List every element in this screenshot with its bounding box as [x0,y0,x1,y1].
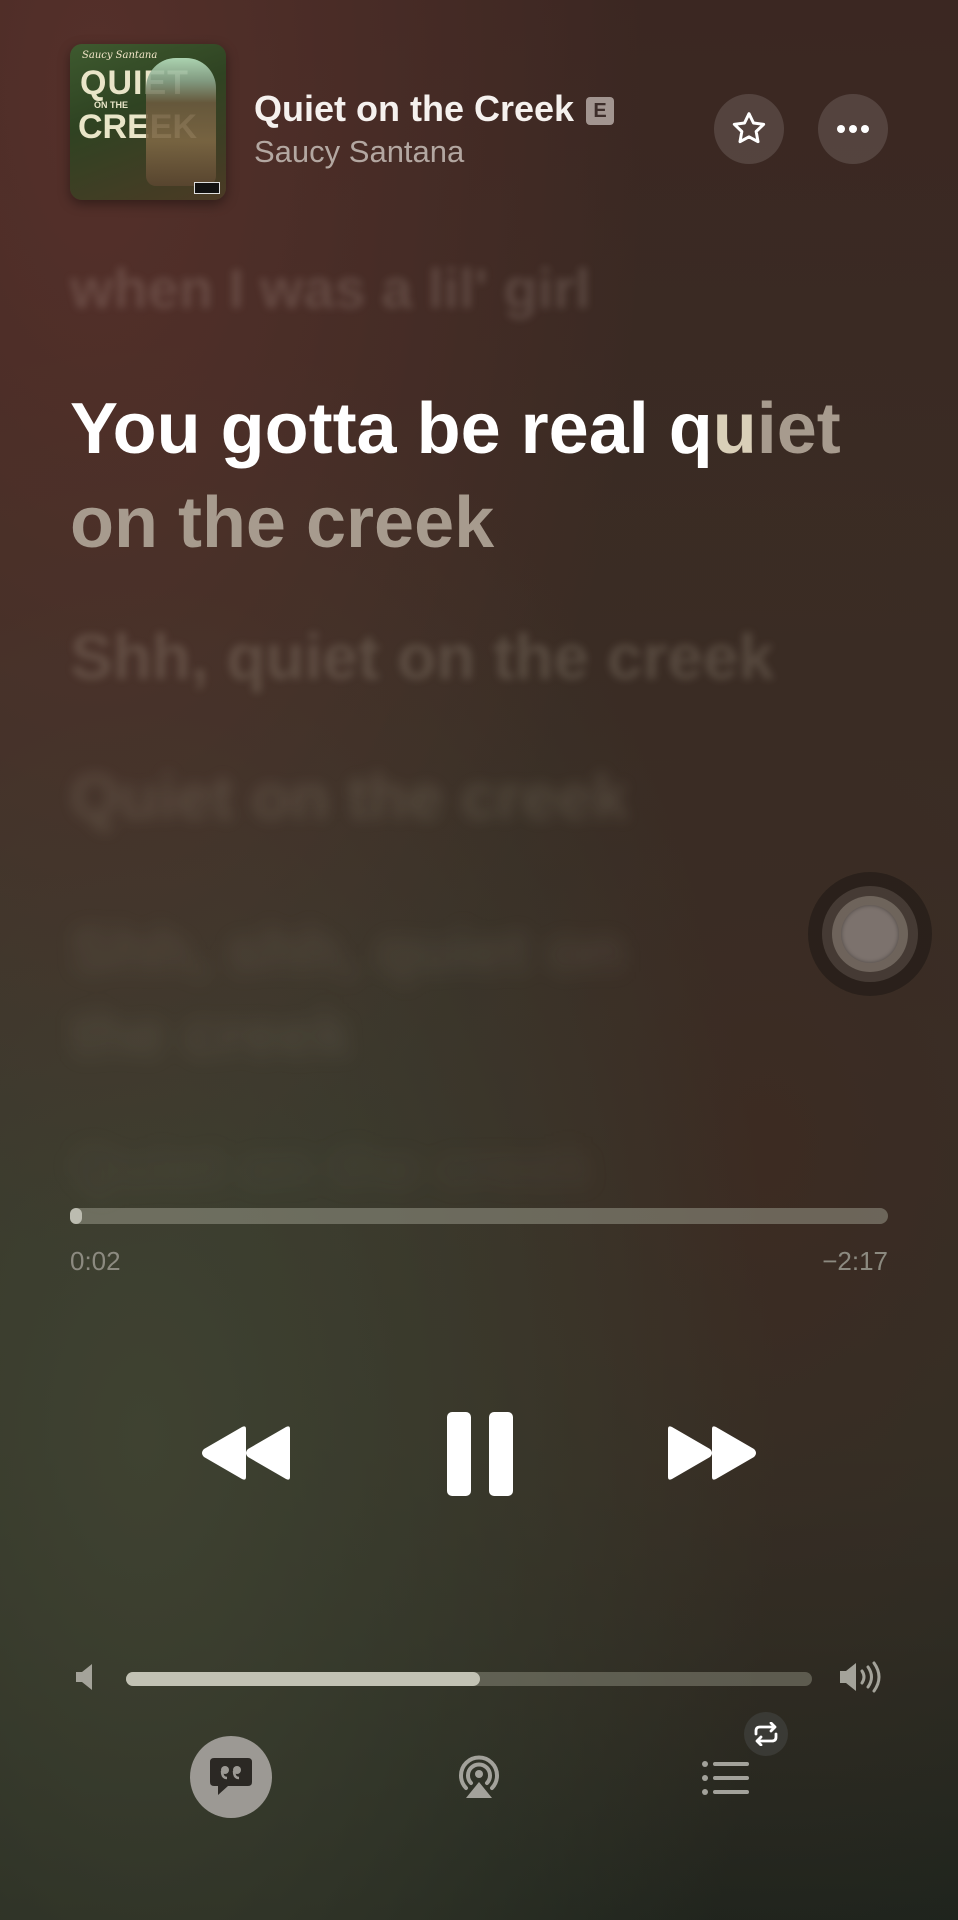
lyric-line-current[interactable]: You gotta be real quiet on the creek [70,382,870,570]
list-icon [702,1761,749,1795]
parental-advisory-badge [194,182,220,194]
airplay-icon [459,1755,499,1798]
rewind-icon [202,1426,290,1480]
lyrics-button[interactable] [190,1736,272,1818]
lyric-line-previous[interactable]: when I was a lil' girl [70,256,591,321]
remaining-time: −2:17 [822,1246,888,1276]
star-icon [732,112,766,144]
repeat-indicator [744,1712,788,1756]
lyric-current-sung: You gotta be real q [70,389,713,469]
playback-scrubber[interactable] [70,1208,888,1224]
volume-high-icon [838,1660,886,1699]
lyric-line-upcoming[interactable]: Quiet on the creek [70,760,628,834]
artwork-signature: Saucy Santana [82,50,158,61]
volume-level-fill [126,1672,480,1686]
pause-icon [447,1412,513,1496]
airplay-button[interactable] [448,1746,510,1808]
ellipsis-icon [837,125,869,133]
previous-track-button[interactable] [200,1418,294,1488]
artist-name[interactable]: Saucy Santana [254,134,464,170]
queue-button[interactable] [698,1750,754,1806]
song-title: Quiet on the Creek [254,88,575,129]
repeat-icon [754,1722,778,1746]
lyric-line-upcoming[interactable]: Quiet on the creek [70,1132,593,1201]
artwork-figure [146,58,216,186]
assistive-touch-button[interactable] [808,872,932,996]
lyric-line-upcoming[interactable]: Shh, quiet on the creek [70,620,774,694]
next-track-button[interactable] [664,1418,758,1488]
playback-progress-fill [70,1208,83,1224]
fast-forward-icon [668,1426,756,1480]
volume-low-icon [74,1662,98,1697]
favorite-button[interactable] [714,94,784,164]
lyric-line-upcoming[interactable]: Shh, shh, quiet on the creek [70,908,710,1076]
lyric-current-partial: u [712,389,757,469]
lyric-current-rest: iet [756,389,841,469]
elapsed-time: 0:02 [70,1246,121,1276]
album-artwork[interactable]: Saucy Santana QUIET ON THE CREEK [70,44,226,200]
explicit-badge: E [586,97,614,125]
lyric-current-line2: on the creek [70,483,495,563]
pause-button[interactable] [440,1408,520,1500]
quote-bubble-icon [210,1758,252,1795]
more-options-button[interactable] [818,94,888,164]
volume-slider[interactable] [126,1672,812,1686]
